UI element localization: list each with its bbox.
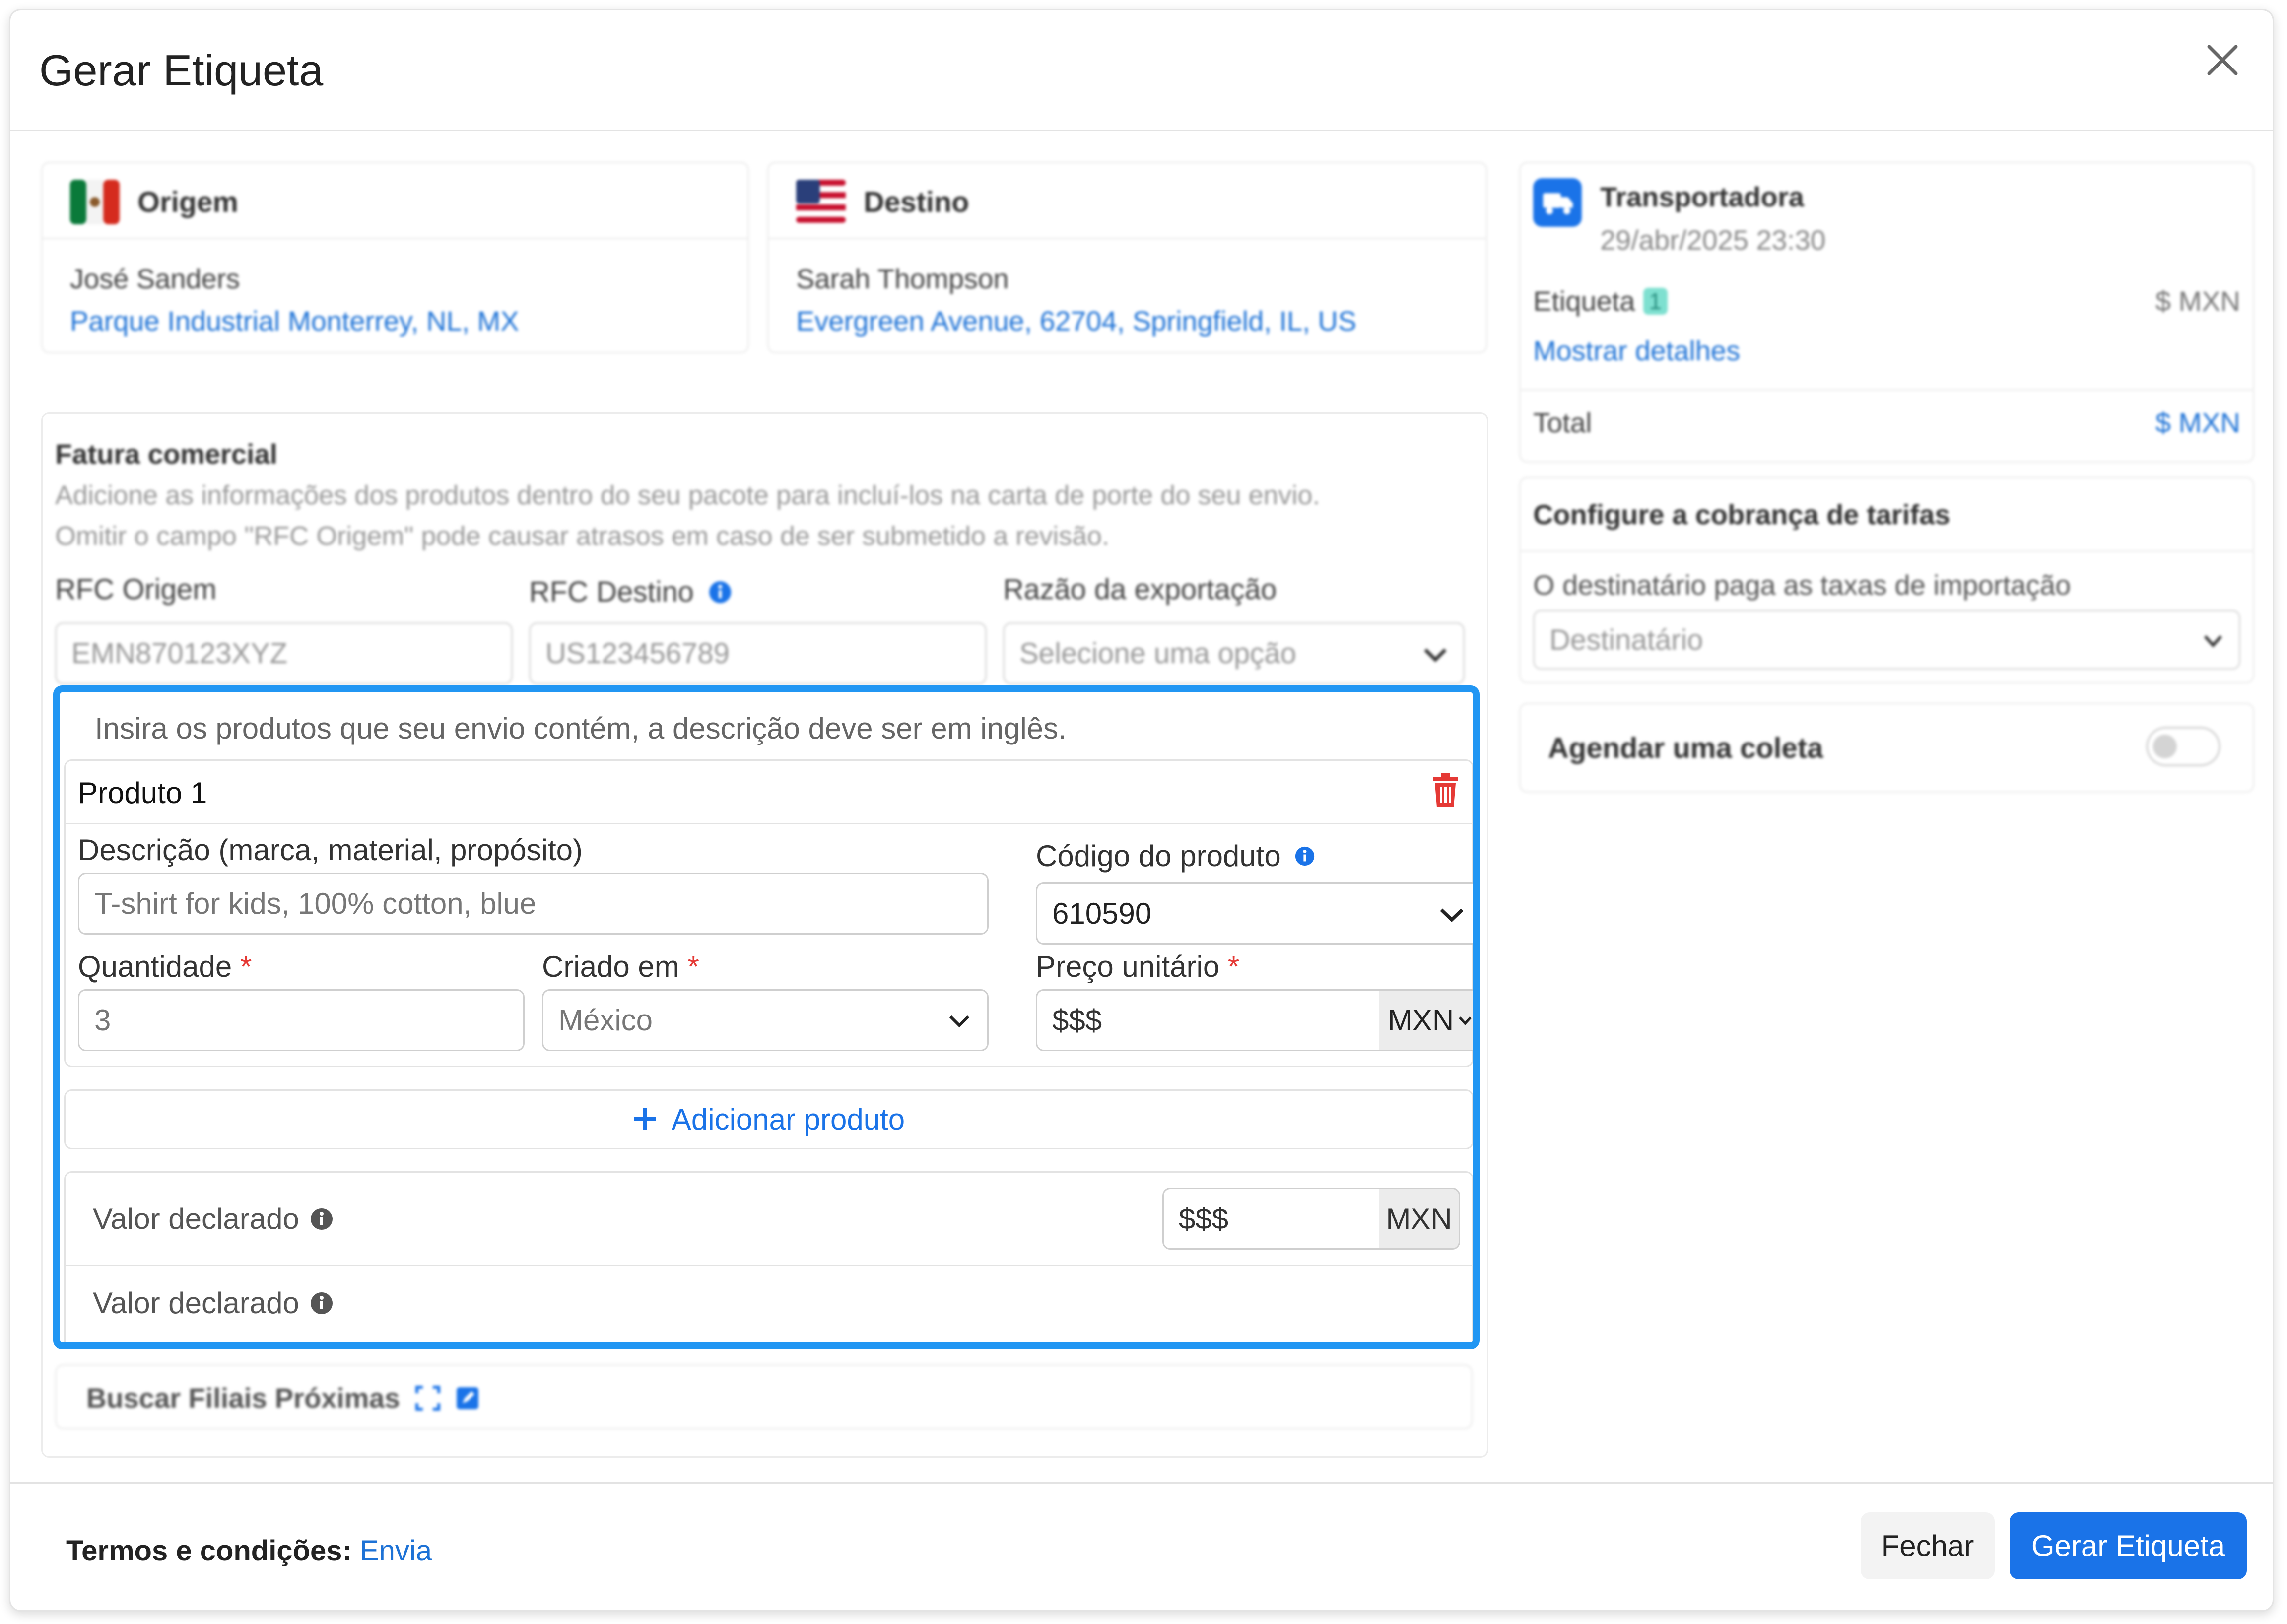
origin-card: Origem José Sanders Parque Industrial Mo… [41,162,749,353]
modal-title: Gerar Etiqueta [39,46,324,95]
pickup-card: Agendar uma coleta [1519,703,2254,793]
declared-value-group: $$$ MXN [1162,1188,1460,1250]
delete-icon[interactable] [1431,773,1460,808]
tariffs-label: O destinatário paga as taxas de importaç… [1533,569,2071,601]
rfc-destination-input[interactable]: US123456789 [529,622,987,684]
export-reason-label: Razão da exportação [1003,573,1277,606]
generate-label-modal: Gerar Etiqueta Origem José Sanders Parqu… [9,9,2274,1612]
carrier-card: Transportadora 29/abr/2025 23:30 Etiquet… [1519,162,2254,463]
origin-address-link[interactable]: Parque Industrial Monterrey, NL, MX [70,305,519,337]
chevron-down-icon [1459,1016,1472,1025]
plus-icon [633,1108,656,1130]
products-section: Insira os produtos que seu envio contém,… [53,685,1480,1349]
usa-flag-icon [796,180,846,224]
nearby-branches-label: Buscar Filiais Próximas [86,1382,400,1414]
total-value: $ MXN [2155,407,2240,438]
declared-currency: MXN [1379,1189,1459,1248]
destination-card: Destino Sarah Thompson Evergreen Avenue,… [767,162,1487,353]
description-input[interactable]: T-shirt for kids, 100% cotton, blue [78,873,989,935]
unit-price-group: $$$ MXN [1036,989,1473,1051]
chevron-down-icon [1424,648,1447,662]
quantity-label: Quantidade [78,950,232,983]
chevron-down-icon [1440,908,1464,922]
tariffs-card: Configure a cobrança de tarifas O destin… [1519,477,2254,683]
truck-icon [1533,178,1582,227]
edit-icon [456,1387,478,1409]
invoice-description-2: Omitir o campo "RFC Origem" pode causar … [55,521,1110,551]
generate-label-button[interactable]: Gerar Etiqueta [2010,1512,2247,1579]
expand-icon [415,1385,440,1411]
invoice-description-1: Adicione as informações dos produtos den… [55,480,1320,510]
rfc-origin-label: RFC Origem [55,573,217,606]
origin-name: José Sanders [70,263,240,294]
close-button[interactable]: Fechar [1861,1512,1995,1579]
destination-heading: Destino [864,186,969,218]
add-product-button[interactable]: Adicionar produto [64,1089,1473,1149]
terms-link[interactable]: Envia [360,1535,432,1567]
info-icon [310,1292,333,1314]
carrier-label-text: Etiqueta [1533,285,1635,317]
total-label: Total [1533,407,1592,438]
chevron-down-icon [2204,635,2222,648]
terms-row: Termos e condições: Envia [66,1534,432,1567]
close-icon[interactable] [2200,38,2245,82]
tariffs-select-value: Destinatário [1549,623,1703,656]
label-count-badge: 1 [1643,287,1668,315]
rfc-destination-label: RFC Destino [529,576,694,608]
carrier-date: 29/abr/2025 23:30 [1600,224,1826,256]
product-title: Produto 1 [78,776,207,810]
add-product-label: Adicionar produto [671,1102,905,1136]
origin-country-select[interactable]: México [542,989,989,1051]
unit-price-input[interactable]: $$$ [1037,1003,1379,1037]
footer-divider [10,1482,2273,1484]
export-reason-select[interactable]: Selecione uma opção [1003,622,1465,684]
product-code-label: Código do produto [1036,839,1281,873]
declared-value-input[interactable]: $$$ [1164,1202,1379,1236]
declared-value-label: Valor declarado [93,1202,299,1235]
quantity-input[interactable]: 3 [78,989,525,1051]
nearby-branches-card[interactable]: Buscar Filiais Próximas [55,1364,1473,1429]
carrier-heading: Transportadora [1600,181,1804,212]
tariffs-payer-select[interactable]: Destinatário [1533,610,2240,670]
declared-value-card: Valor declarado $$$ MXN Valor declarado [64,1171,1473,1342]
products-instruction: Insira os produtos que seu envio contém,… [95,712,1067,745]
info-icon [1295,846,1314,866]
unit-price-currency-select[interactable]: MXN [1379,991,1473,1050]
chevron-down-icon [949,1015,970,1028]
origin-country-label: Criado em [542,950,679,983]
destination-address-link[interactable]: Evergreen Avenue, 62704, Springfield, IL… [796,305,1356,337]
info-icon [310,1208,333,1230]
description-label: Descrição (marca, material, propósito) [78,833,583,867]
carrier-label-price: $ MXN [2155,285,2240,317]
product-code-select[interactable]: 610590 [1036,882,1473,945]
declared-value-label-2: Valor declarado [93,1286,299,1320]
origin-heading: Origem [137,186,239,218]
destination-name: Sarah Thompson [796,263,1009,294]
info-icon [709,581,731,603]
mexico-flag-icon [70,180,120,224]
show-details-link[interactable]: Mostrar detalhes [1533,335,1740,367]
rfc-origin-input[interactable]: EMN870123XYZ [55,622,513,684]
product-card: Produto 1 Descrição (marca, material, pr… [64,759,1473,1067]
pickup-label: Agendar uma coleta [1548,732,1823,764]
terms-label: Termos e condições: [66,1535,352,1567]
unit-price-label: Preço unitário [1036,950,1220,983]
header-divider [10,130,2273,131]
pickup-toggle[interactable] [2146,727,2220,766]
tariffs-heading: Configure a cobrança de tarifas [1533,499,1951,530]
invoice-heading: Fatura comercial [55,438,278,470]
